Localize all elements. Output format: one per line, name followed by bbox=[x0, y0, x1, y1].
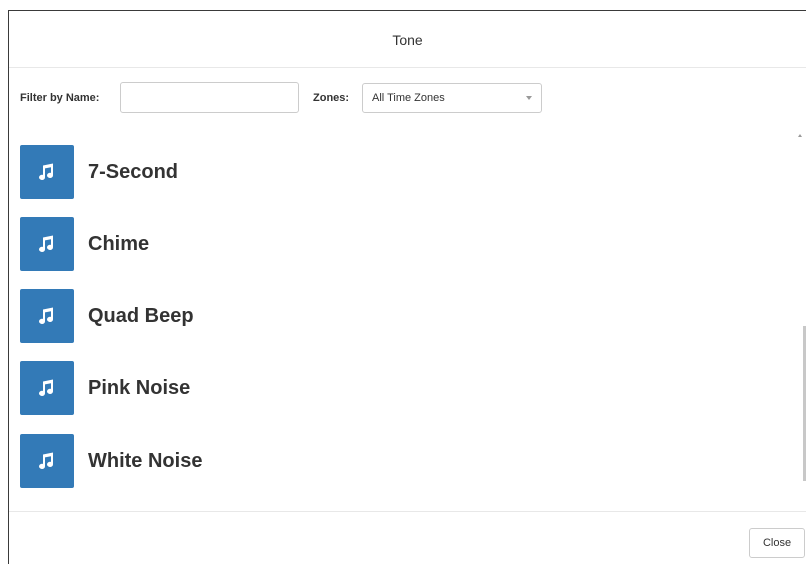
tone-item-7-second[interactable]: 7-Second bbox=[20, 145, 720, 199]
tone-list: 7-Second Chime Quad Beep Pink Noise Whit… bbox=[20, 125, 790, 495]
music-note-icon bbox=[20, 289, 74, 343]
tone-item-white-noise[interactable]: White Noise bbox=[20, 434, 720, 488]
tone-name: Pink Noise bbox=[88, 377, 191, 399]
music-note-icon bbox=[20, 217, 74, 271]
scroll-up-arrow-icon[interactable] bbox=[798, 134, 802, 137]
dialog-frame-left-border bbox=[8, 10, 9, 564]
tone-name: Chime bbox=[88, 233, 150, 255]
close-button[interactable]: Close bbox=[749, 528, 805, 558]
filter-by-name-input[interactable] bbox=[120, 82, 299, 113]
tone-dialog: Tone Filter by Name: Zones: All Time Zon… bbox=[0, 0, 806, 564]
tone-name: 7-Second bbox=[88, 161, 179, 183]
dialog-footer: Close bbox=[9, 511, 806, 565]
filter-bar: Filter by Name: Zones: All Time Zones bbox=[20, 82, 620, 114]
tone-list-scrollbar[interactable] bbox=[797, 126, 806, 496]
filter-by-name-label: Filter by Name: bbox=[20, 92, 100, 104]
zones-select-value: All Time Zones bbox=[372, 92, 445, 104]
tone-name: Quad Beep bbox=[88, 305, 194, 327]
tone-item-pink-noise[interactable]: Pink Noise bbox=[20, 361, 720, 415]
dialog-header: Tone bbox=[9, 11, 806, 68]
tone-item-chime[interactable]: Chime bbox=[20, 217, 720, 271]
tone-name: White Noise bbox=[88, 450, 203, 472]
tone-item-quad-beep[interactable]: Quad Beep bbox=[20, 289, 720, 343]
zones-label: Zones: bbox=[313, 92, 350, 104]
zones-select[interactable]: All Time Zones bbox=[362, 83, 542, 113]
music-note-icon bbox=[20, 434, 74, 488]
music-note-icon bbox=[20, 145, 74, 199]
music-note-icon bbox=[20, 361, 74, 415]
chevron-down-icon bbox=[526, 96, 532, 100]
dialog-title: Tone bbox=[392, 32, 423, 48]
